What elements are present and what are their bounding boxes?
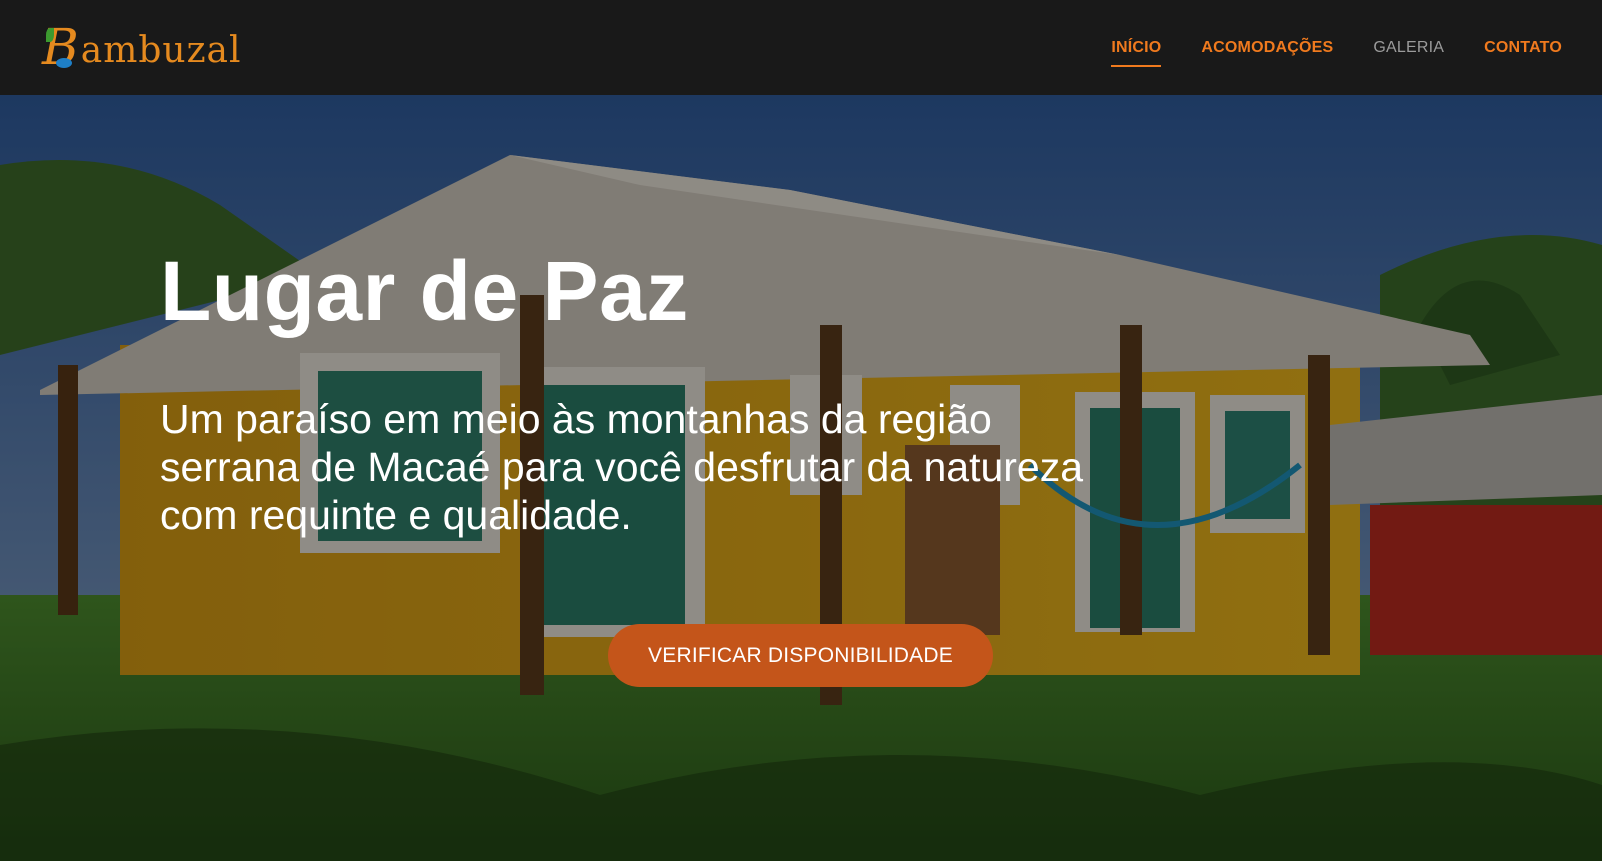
- main-nav: INÍCIO ACOMODAÇÕES GALERIA CONTATO: [1111, 0, 1562, 95]
- hero-title: Lugar de Paz: [160, 244, 689, 338]
- check-availability-button[interactable]: VERIFICAR DISPONIBILIDADE: [608, 624, 993, 687]
- logo-text: ambuzal: [80, 29, 242, 71]
- logo-b-icon: B: [42, 18, 79, 76]
- nav-item-galeria[interactable]: GALERIA: [1373, 31, 1444, 65]
- hero-subtitle: Um paraíso em meio às montanhas da regiã…: [160, 396, 1084, 538]
- nav-item-acomodacoes[interactable]: ACOMODAÇÕES: [1201, 31, 1333, 65]
- hero-section: Lugar de Paz Um paraíso em meio às monta…: [0, 95, 1602, 861]
- nav-item-contato[interactable]: CONTATO: [1484, 31, 1562, 65]
- top-navbar: B ambuzal INÍCIO ACOMODAÇÕES GALERIA CON…: [0, 0, 1602, 95]
- nav-item-inicio[interactable]: INÍCIO: [1111, 31, 1162, 67]
- brand-logo[interactable]: B ambuzal: [42, 14, 242, 80]
